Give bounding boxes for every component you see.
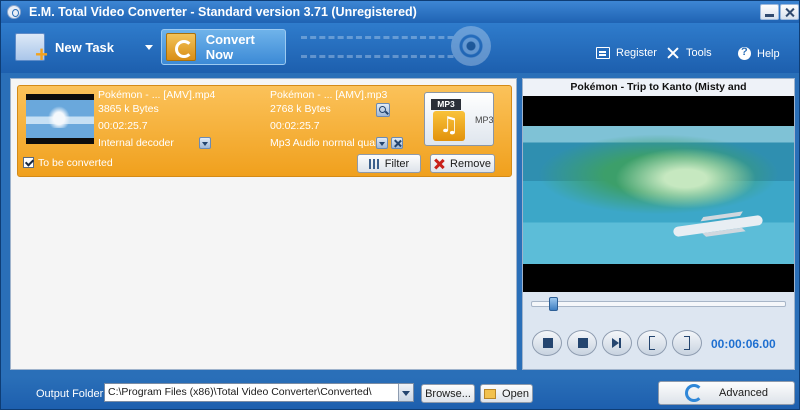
seek-handle[interactable]	[549, 297, 558, 311]
filter-label: Filter	[384, 157, 410, 170]
pause-icon	[578, 338, 588, 348]
step-forward-button[interactable]	[602, 330, 632, 356]
preview-title: Pokémon - Trip to Kanto (Misty and	[523, 79, 794, 96]
window-title: E.M. Total Video Converter - Standard ve…	[29, 5, 417, 19]
browse-button[interactable]: Browse...	[421, 384, 475, 403]
convert-now-button[interactable]: Convert Now	[161, 29, 286, 65]
pause-button[interactable]	[567, 330, 597, 356]
open-label: Open	[502, 387, 529, 400]
app-window: E.M. Total Video Converter - Standard ve…	[0, 0, 800, 410]
source-duration: 00:02:25.7	[98, 120, 148, 132]
stop-button[interactable]	[532, 330, 562, 356]
search-icon[interactable]	[376, 103, 390, 117]
mp3-badge: MP3	[431, 99, 461, 110]
convert-icon	[166, 33, 196, 61]
stop-icon	[543, 338, 553, 348]
timecode-display: 00:00:06.00	[711, 337, 776, 351]
step-icon	[612, 338, 621, 348]
audio-profile-dropdown-icon[interactable]	[376, 137, 388, 149]
tools-button[interactable]: Tools	[666, 47, 712, 59]
format-extension: MP3	[475, 115, 494, 125]
mark-in-icon	[649, 336, 655, 350]
film-reel-decoration	[301, 26, 541, 66]
help-icon	[738, 46, 751, 60]
video-preview[interactable]	[523, 96, 794, 292]
folder-icon	[484, 388, 497, 399]
music-note-icon: ♫	[433, 111, 465, 141]
app-icon[interactable]	[7, 5, 21, 19]
mark-out-icon	[684, 336, 690, 350]
decoder-select[interactable]: Internal decoder	[98, 137, 174, 149]
help-label: Help	[757, 47, 780, 60]
advanced-button[interactable]: Advanced	[658, 381, 795, 405]
source-file-name: Pokémon - ... [AMV].mp4	[98, 89, 216, 101]
convert-now-label: Convert Now	[205, 32, 255, 62]
source-file-size: 3865 k Bytes	[98, 103, 159, 115]
new-task-icon	[15, 33, 48, 68]
output-folder-dropdown[interactable]	[398, 384, 413, 401]
mark-out-button[interactable]	[672, 330, 702, 356]
video-frame	[523, 126, 794, 264]
new-task-dropdown-button[interactable]	[142, 33, 156, 61]
mp3-icon[interactable]: MP3 ♫ MP3	[424, 92, 494, 146]
output-folder-label: Output Folder:	[36, 388, 107, 400]
title-bar: E.M. Total Video Converter - Standard ve…	[1, 1, 799, 23]
register-label: Register	[616, 47, 657, 59]
preview-panel: Pokémon - Trip to Kanto (Misty and 00:00…	[522, 78, 795, 370]
tools-label: Tools	[686, 47, 712, 59]
advanced-label: Advanced	[719, 387, 768, 399]
target-file-size: 2768 k Bytes	[270, 103, 331, 115]
help-button[interactable]: Help	[738, 46, 780, 60]
to-be-converted-label: To be converted	[38, 157, 113, 169]
target-file-name: Pokémon - ... [AMV].mp3	[270, 89, 388, 101]
register-button[interactable]: Register	[596, 47, 657, 59]
new-task-button[interactable]: New Task	[15, 29, 145, 68]
seek-bar[interactable]	[531, 297, 786, 311]
remove-label: Remove	[450, 157, 491, 170]
new-task-label: New Task	[55, 39, 115, 55]
video-thumbnail	[26, 94, 94, 144]
filter-button[interactable]: Filter	[357, 154, 421, 173]
task-item[interactable]: Pokémon - ... [AMV].mp4 3865 k Bytes 00:…	[17, 85, 512, 177]
filter-icon	[368, 158, 379, 169]
register-icon	[596, 47, 610, 59]
open-button[interactable]: Open	[480, 384, 533, 403]
task-list-panel: Pokémon - ... [AMV].mp4 3865 k Bytes 00:…	[10, 78, 517, 370]
browse-label: Browse...	[425, 387, 471, 400]
decoder-dropdown-icon[interactable]	[199, 137, 211, 149]
toolbar: New Task Convert Now Register Tools Help	[1, 23, 799, 73]
to-be-converted-checkbox[interactable]	[23, 157, 34, 168]
remove-icon	[434, 159, 444, 169]
close-button[interactable]	[780, 4, 799, 20]
minimize-button[interactable]	[760, 4, 779, 20]
advanced-icon	[685, 384, 704, 402]
remove-button[interactable]: Remove	[430, 154, 495, 173]
output-folder-input[interactable]: C:\Program Files (x86)\Total Video Conve…	[104, 383, 414, 402]
tools-icon	[666, 47, 680, 59]
mark-in-button[interactable]	[637, 330, 667, 356]
audio-profile-select[interactable]: Mp3 Audio normal qualit	[270, 137, 383, 149]
target-duration: 00:02:25.7	[270, 120, 320, 132]
bottom-bar: Output Folder: C:\Program Files (x86)\To…	[1, 377, 799, 409]
profile-settings-icon[interactable]	[391, 137, 403, 149]
